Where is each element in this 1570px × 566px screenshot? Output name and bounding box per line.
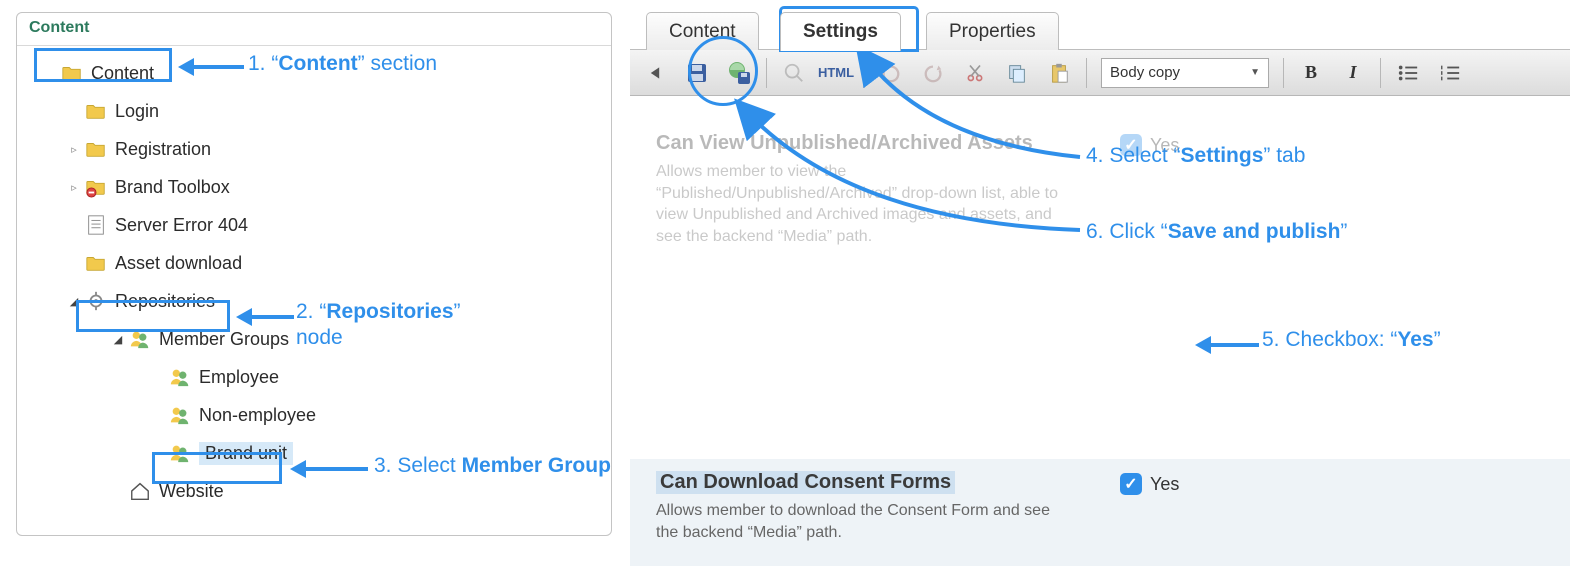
save-and-publish-button[interactable] bbox=[720, 54, 758, 92]
chevron-down-icon: ▼ bbox=[1250, 67, 1260, 78]
folder-icon bbox=[85, 100, 107, 122]
select-value: Body copy bbox=[1110, 64, 1180, 81]
tree-item-registration[interactable]: ▹ Registration bbox=[21, 130, 611, 168]
arrow-icon bbox=[178, 58, 244, 76]
annotation-3: 3. Select Member Group bbox=[374, 454, 611, 478]
panel-title: Content bbox=[17, 13, 611, 46]
setting-download-consent: Can Download Consent Forms Allows member… bbox=[630, 459, 1570, 565]
redo-icon[interactable] bbox=[914, 54, 952, 92]
annotation-4: 4. Select “Settings” tab bbox=[1086, 144, 1305, 168]
chevron-right-icon[interactable]: ▹ bbox=[65, 143, 83, 156]
format-select[interactable]: Body copy ▼ bbox=[1101, 58, 1269, 88]
setting-description: Allows member to view the “Published/Unp… bbox=[656, 161, 1076, 247]
tree-label: Repositories bbox=[115, 291, 215, 312]
setting-toggle: ✓ Yes bbox=[1120, 473, 1179, 495]
tree-item-server-error[interactable]: Server Error 404 bbox=[21, 206, 611, 244]
toolbar-separator bbox=[1086, 58, 1087, 88]
checkbox-label: Yes bbox=[1150, 474, 1179, 495]
toolbar-separator bbox=[863, 58, 864, 88]
tab-content[interactable]: Content bbox=[646, 12, 759, 50]
preview-icon[interactable] bbox=[775, 54, 813, 92]
tree-label: Content bbox=[91, 63, 154, 84]
annotation-1: 1. “Content” section bbox=[248, 52, 437, 76]
editor-toolbar: HTML Body copy ▼ B I bbox=[630, 50, 1570, 96]
tree-label: Employee bbox=[199, 367, 279, 388]
setting-description: Allows member to download the Consent Fo… bbox=[656, 500, 1076, 543]
editor-panel: Content Settings Properties HTML bbox=[630, 12, 1570, 566]
tree-label: Non-employee bbox=[199, 405, 316, 426]
tree-item-employee[interactable]: Employee bbox=[21, 358, 611, 396]
arrow-icon bbox=[290, 460, 368, 478]
home-icon bbox=[129, 480, 151, 502]
undo-icon[interactable] bbox=[872, 54, 910, 92]
arrow-icon bbox=[236, 308, 294, 326]
gear-icon bbox=[85, 290, 107, 312]
folder-icon bbox=[85, 252, 107, 274]
users-icon bbox=[169, 442, 191, 464]
tree-item-brand-toolbox[interactable]: ▹ Brand Toolbox bbox=[21, 168, 611, 206]
document-icon bbox=[85, 214, 107, 236]
cut-icon[interactable] bbox=[956, 54, 994, 92]
tree-label: Login bbox=[115, 101, 159, 122]
html-button[interactable]: HTML bbox=[817, 54, 855, 92]
users-icon bbox=[169, 404, 191, 426]
checkbox-checked-icon[interactable]: ✓ bbox=[1120, 473, 1142, 495]
tab-settings[interactable]: Settings bbox=[780, 12, 901, 51]
toolbar-separator bbox=[766, 58, 767, 88]
folder-blocked-icon bbox=[85, 176, 107, 198]
paste-icon[interactable] bbox=[1040, 54, 1078, 92]
users-icon bbox=[169, 366, 191, 388]
chevron-down-icon[interactable]: ◢ bbox=[65, 295, 83, 308]
italic-button[interactable]: I bbox=[1334, 54, 1372, 92]
tree-item-login[interactable]: Login bbox=[21, 92, 611, 130]
tab-label: Content bbox=[669, 21, 736, 43]
content-tree: Content Login ▹ Registration ▹ Brand Too… bbox=[17, 46, 611, 518]
folder-icon bbox=[61, 62, 83, 84]
expand-left-icon[interactable] bbox=[636, 54, 674, 92]
bullet-list-icon[interactable] bbox=[1389, 54, 1427, 92]
annotation-2: 2. “Repositories” bbox=[296, 300, 461, 324]
tab-properties[interactable]: Properties bbox=[926, 12, 1059, 50]
setting-title: Can Download Consent Forms bbox=[656, 471, 955, 494]
tree-label: Brand unit bbox=[199, 442, 293, 465]
chevron-right-icon[interactable]: ▹ bbox=[65, 181, 83, 194]
folder-icon bbox=[85, 138, 107, 160]
setting-unpublished-assets: Can View Unpublished/Archived Assets All… bbox=[630, 120, 1570, 269]
users-icon bbox=[129, 328, 151, 350]
bold-button[interactable]: B bbox=[1292, 54, 1330, 92]
tabstrip: Content Settings Properties bbox=[630, 12, 1570, 50]
tab-label: Properties bbox=[949, 21, 1036, 43]
toolbar-separator bbox=[1283, 58, 1284, 88]
numbered-list-icon[interactable] bbox=[1431, 54, 1469, 92]
tree-label: Registration bbox=[115, 139, 211, 160]
tree-label: Server Error 404 bbox=[115, 215, 248, 236]
annotation-2b: node bbox=[296, 326, 343, 350]
save-button[interactable] bbox=[678, 54, 716, 92]
annotation-5: 5. Checkbox: “Yes” bbox=[1262, 328, 1441, 352]
tree-item-asset-download[interactable]: Asset download bbox=[21, 244, 611, 282]
annotation-6: 6. Click “Save and publish” bbox=[1086, 220, 1347, 244]
tree-label: Member Groups bbox=[159, 329, 289, 350]
copy-icon[interactable] bbox=[998, 54, 1036, 92]
arrow-icon bbox=[1195, 336, 1259, 354]
chevron-down-icon[interactable]: ◢ bbox=[109, 333, 127, 346]
tree-label: Website bbox=[159, 481, 224, 502]
tab-label: Settings bbox=[803, 21, 878, 43]
toolbar-separator bbox=[1380, 58, 1381, 88]
tree-label: Brand Toolbox bbox=[115, 177, 230, 198]
tree-item-non-employee[interactable]: Non-employee bbox=[21, 396, 611, 434]
tree-label: Asset download bbox=[115, 253, 242, 274]
